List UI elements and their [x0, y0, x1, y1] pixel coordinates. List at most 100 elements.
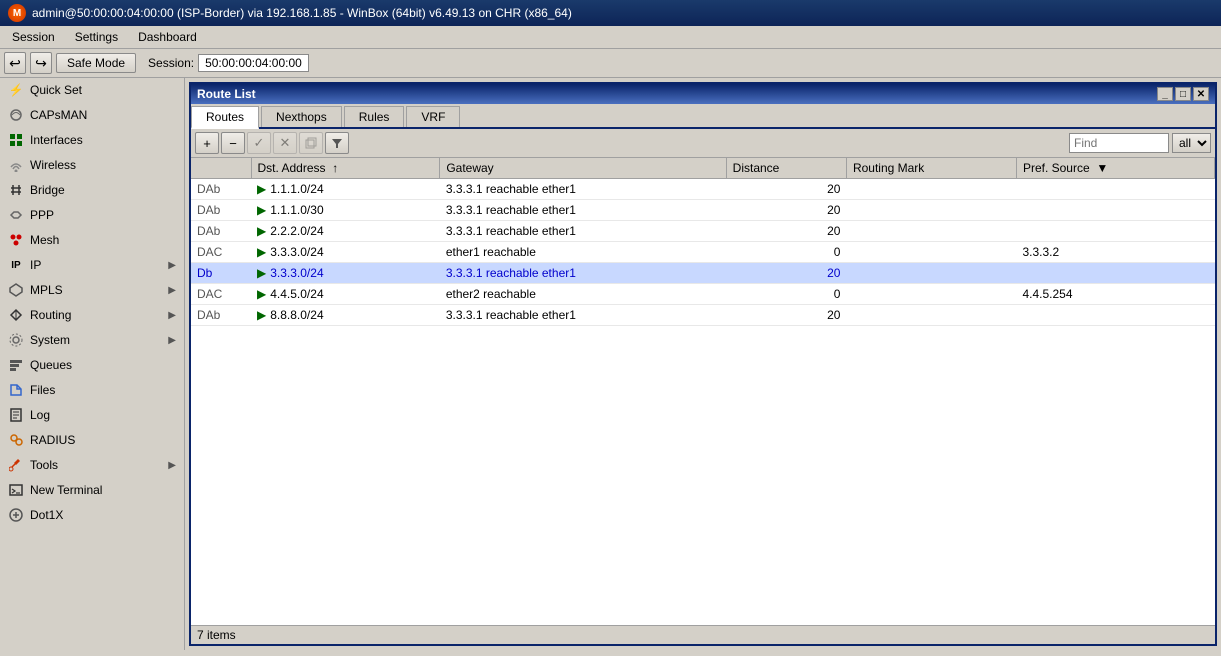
table-row[interactable]: DAb▶1.1.1.0/303.3.3.1 reachable ether120 — [191, 200, 1215, 221]
sidebar-item-radius[interactable]: RADIUS — [0, 428, 184, 453]
route-statusbar: 7 items — [191, 625, 1215, 644]
cell-flag: DAb — [191, 200, 251, 221]
cell-gateway: 3.3.3.1 reachable ether1 — [440, 305, 726, 326]
cell-dst: ▶3.3.3.0/24 — [251, 242, 440, 263]
sidebar-item-log[interactable]: Log — [0, 403, 184, 428]
tab-nexthops[interactable]: Nexthops — [261, 106, 342, 127]
menu-dashboard[interactable]: Dashboard — [130, 28, 205, 46]
sidebar-label-wireless: Wireless — [30, 158, 76, 172]
col-routing-mark[interactable]: Routing Mark — [846, 158, 1016, 179]
col-dst-address[interactable]: Dst. Address ↑ — [251, 158, 440, 179]
capsman-icon — [8, 107, 24, 123]
tab-vrf[interactable]: VRF — [406, 106, 460, 127]
sidebar-label-interfaces: Interfaces — [30, 133, 83, 147]
col-gateway[interactable]: Gateway — [440, 158, 726, 179]
sidebar-label-mesh: Mesh — [30, 233, 59, 247]
sidebar-item-system[interactable]: System ▶ — [0, 328, 184, 353]
maximize-button[interactable]: □ — [1175, 87, 1191, 101]
close-button[interactable]: ✕ — [1193, 87, 1209, 101]
terminal-icon — [8, 482, 24, 498]
sidebar-item-files[interactable]: Files — [0, 378, 184, 403]
add-route-button[interactable]: + — [195, 132, 219, 154]
cell-routing-mark — [846, 179, 1016, 200]
mpls-icon — [8, 282, 24, 298]
cell-flag: DAC — [191, 242, 251, 263]
table-row[interactable]: DAb▶2.2.2.0/243.3.3.1 reachable ether120 — [191, 221, 1215, 242]
cell-gateway: ether1 reachable — [440, 242, 726, 263]
table-row[interactable]: DAb▶8.8.8.0/243.3.3.1 reachable ether120 — [191, 305, 1215, 326]
cell-routing-mark — [846, 284, 1016, 305]
sidebar-item-ip[interactable]: IP IP ▶ — [0, 253, 184, 278]
route-list-title: Route List — [197, 87, 256, 101]
sidebar-label-routing: Routing — [30, 308, 71, 322]
menu-bar: Session Settings Dashboard — [0, 26, 1221, 49]
tab-routes[interactable]: Routes — [191, 106, 259, 129]
quick-set-icon: ⚡ — [8, 82, 24, 98]
safe-mode-button[interactable]: Safe Mode — [56, 53, 136, 73]
content-area: Route List _ □ ✕ Routes Nexthops Rules V… — [185, 78, 1221, 650]
table-row[interactable]: DAC▶3.3.3.0/24ether1 reachable03.3.3.2 — [191, 242, 1215, 263]
sidebar-label-bridge: Bridge — [30, 183, 65, 197]
sidebar-label-system: System — [30, 333, 70, 347]
sidebar-item-mpls[interactable]: MPLS ▶ — [0, 278, 184, 303]
redo-button[interactable]: ↪ — [30, 52, 52, 74]
dot1x-icon — [8, 507, 24, 523]
ppp-icon — [8, 207, 24, 223]
sidebar-item-mesh[interactable]: Mesh — [0, 228, 184, 253]
sidebar-item-bridge[interactable]: Bridge — [0, 178, 184, 203]
find-box: all — [1069, 133, 1211, 153]
routes-table: Dst. Address ↑ Gateway Distance Routing … — [191, 158, 1215, 326]
sidebar-label-tools: Tools — [30, 458, 58, 472]
filter-button[interactable] — [325, 132, 349, 154]
sidebar-item-routing[interactable]: Routing ▶ — [0, 303, 184, 328]
cell-pref-source: 3.3.3.2 — [1016, 242, 1214, 263]
cell-routing-mark — [846, 200, 1016, 221]
cell-distance: 0 — [726, 284, 846, 305]
sidebar: ⚡ Quick Set CAPsMAN Interfaces Wireless — [0, 78, 185, 650]
window-controls: _ □ ✕ — [1157, 87, 1209, 101]
remove-route-button[interactable]: − — [221, 132, 245, 154]
route-table: Dst. Address ↑ Gateway Distance Routing … — [191, 158, 1215, 625]
routing-icon — [8, 307, 24, 323]
menu-session[interactable]: Session — [4, 28, 63, 46]
route-count: 7 items — [197, 628, 236, 642]
sidebar-item-capsman[interactable]: CAPsMAN — [0, 103, 184, 128]
cell-gateway: 3.3.3.1 reachable ether1 — [440, 263, 726, 284]
cell-dst: ▶1.1.1.0/30 — [251, 200, 440, 221]
minimize-button[interactable]: _ — [1157, 87, 1173, 101]
table-row[interactable]: DAC▶4.4.5.0/24ether2 reachable04.4.5.254 — [191, 284, 1215, 305]
sidebar-item-queues[interactable]: Queues — [0, 353, 184, 378]
tools-arrow-icon: ▶ — [168, 460, 176, 471]
cell-dst: ▶1.1.1.0/24 — [251, 179, 440, 200]
route-toolbar: + − ✓ ✕ all — [191, 129, 1215, 158]
col-flag[interactable] — [191, 158, 251, 179]
sidebar-item-ppp[interactable]: PPP — [0, 203, 184, 228]
cell-dst: ▶8.8.8.0/24 — [251, 305, 440, 326]
enable-route-button[interactable]: ✓ — [247, 132, 271, 154]
find-input[interactable] — [1069, 133, 1169, 153]
disable-route-button[interactable]: ✕ — [273, 132, 297, 154]
sidebar-item-wireless[interactable]: Wireless — [0, 153, 184, 178]
sidebar-label-files: Files — [30, 383, 55, 397]
sidebar-label-log: Log — [30, 408, 50, 422]
sidebar-item-tools[interactable]: Tools ▶ — [0, 453, 184, 478]
sidebar-item-dot1x[interactable]: Dot1X — [0, 503, 184, 528]
cell-pref-source — [1016, 179, 1214, 200]
cell-dst: ▶4.4.5.0/24 — [251, 284, 440, 305]
undo-button[interactable]: ↩ — [4, 52, 26, 74]
sidebar-item-interfaces[interactable]: Interfaces — [0, 128, 184, 153]
copy-route-button[interactable] — [299, 132, 323, 154]
menu-settings[interactable]: Settings — [67, 28, 126, 46]
table-row[interactable]: Db▶3.3.3.0/243.3.3.1 reachable ether120 — [191, 263, 1215, 284]
col-distance[interactable]: Distance — [726, 158, 846, 179]
main-layout: ⚡ Quick Set CAPsMAN Interfaces Wireless — [0, 78, 1221, 650]
sidebar-label-queues: Queues — [30, 358, 72, 372]
cell-routing-mark — [846, 242, 1016, 263]
col-pref-source[interactable]: Pref. Source ▼ — [1016, 158, 1214, 179]
find-select[interactable]: all — [1172, 133, 1211, 153]
tab-rules[interactable]: Rules — [344, 106, 405, 127]
sidebar-item-quick-set[interactable]: ⚡ Quick Set — [0, 78, 184, 103]
cell-gateway: 3.3.3.1 reachable ether1 — [440, 221, 726, 242]
table-row[interactable]: DAb▶1.1.1.0/243.3.3.1 reachable ether120 — [191, 179, 1215, 200]
sidebar-item-new-terminal[interactable]: New Terminal — [0, 478, 184, 503]
